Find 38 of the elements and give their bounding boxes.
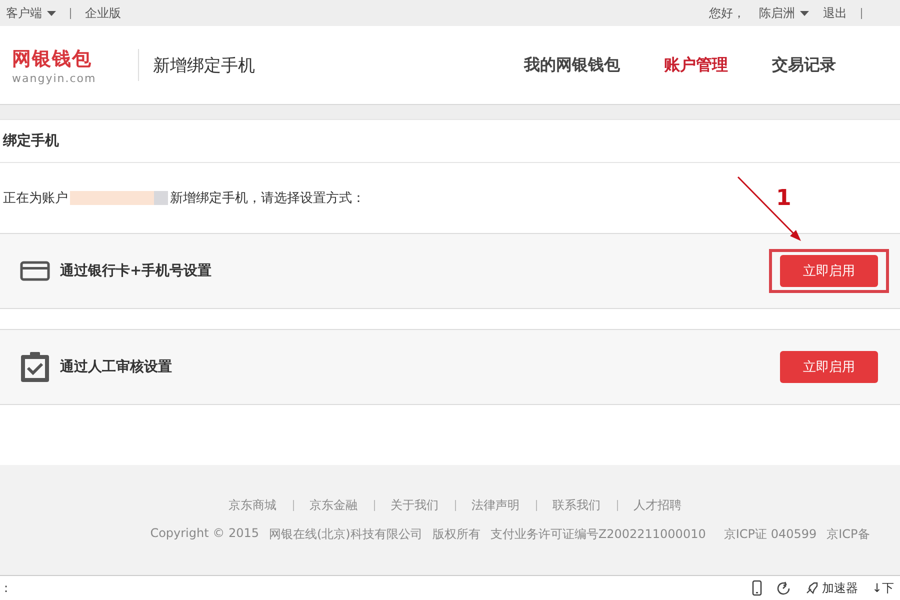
- top-bar-link[interactable]: 企业版: [85, 4, 121, 22]
- nav-tab[interactable]: 账户管理: [664, 54, 728, 76]
- footer-text: 京ICP证 040599: [724, 526, 817, 543]
- greeting-text: 您好，: [709, 4, 745, 22]
- footer-link[interactable]: 人才招聘: [634, 497, 682, 514]
- footer-link[interactable]: 法律声明: [472, 497, 520, 514]
- intro-text: 新增绑定手机，请选择设置方式：: [170, 190, 365, 207]
- nav-tab[interactable]: 我的网银钱包: [524, 54, 620, 76]
- logo[interactable]: 网银钱包 wangyin.com: [0, 46, 130, 84]
- footer-link[interactable]: 联系我们: [552, 497, 600, 514]
- clipboard-check-icon: [20, 351, 50, 383]
- footer-link[interactable]: 京东金融: [310, 497, 358, 514]
- top-bar-link[interactable]: 退出: [823, 4, 847, 22]
- footer-text: 支付业务许可证编号Z2002211000010: [490, 526, 706, 543]
- top-bar-link[interactable]: 陈启洲: [759, 4, 809, 22]
- footer-link[interactable]: 关于我们: [390, 497, 438, 514]
- footer-link[interactable]: 京东商城: [228, 497, 276, 514]
- refresh-icon[interactable]: [776, 580, 791, 596]
- enable-button[interactable]: 立即启用: [780, 351, 878, 383]
- footer-text: Copyright © 2015: [150, 526, 259, 542]
- top-bar-link[interactable]: 客户端: [6, 4, 56, 22]
- section-title: 绑定手机: [3, 132, 59, 150]
- download-button[interactable]: ↓下: [872, 580, 894, 596]
- footer-text: 版权所有: [432, 526, 480, 543]
- nav-tab[interactable]: 交易记录: [772, 54, 836, 76]
- option-label: 通过人工审核设置: [60, 358, 173, 376]
- card-icon: [20, 261, 50, 281]
- intro-text: 正在为账户: [3, 190, 68, 207]
- enable-button[interactable]: 立即启用: [780, 255, 878, 287]
- phone-icon[interactable]: [752, 580, 762, 596]
- annotation-number: 1: [776, 186, 792, 211]
- footer-text: 网银在线(北京)科技有限公司: [269, 526, 422, 543]
- rocket-icon: [804, 582, 818, 594]
- option-label: 通过银行卡+手机号设置: [60, 262, 213, 280]
- footer-text: 京ICP备: [826, 526, 870, 543]
- page-title: 新增绑定手机: [153, 54, 256, 76]
- accelerator-button[interactable]: 加速器: [804, 580, 858, 596]
- status-text: :: [4, 581, 10, 595]
